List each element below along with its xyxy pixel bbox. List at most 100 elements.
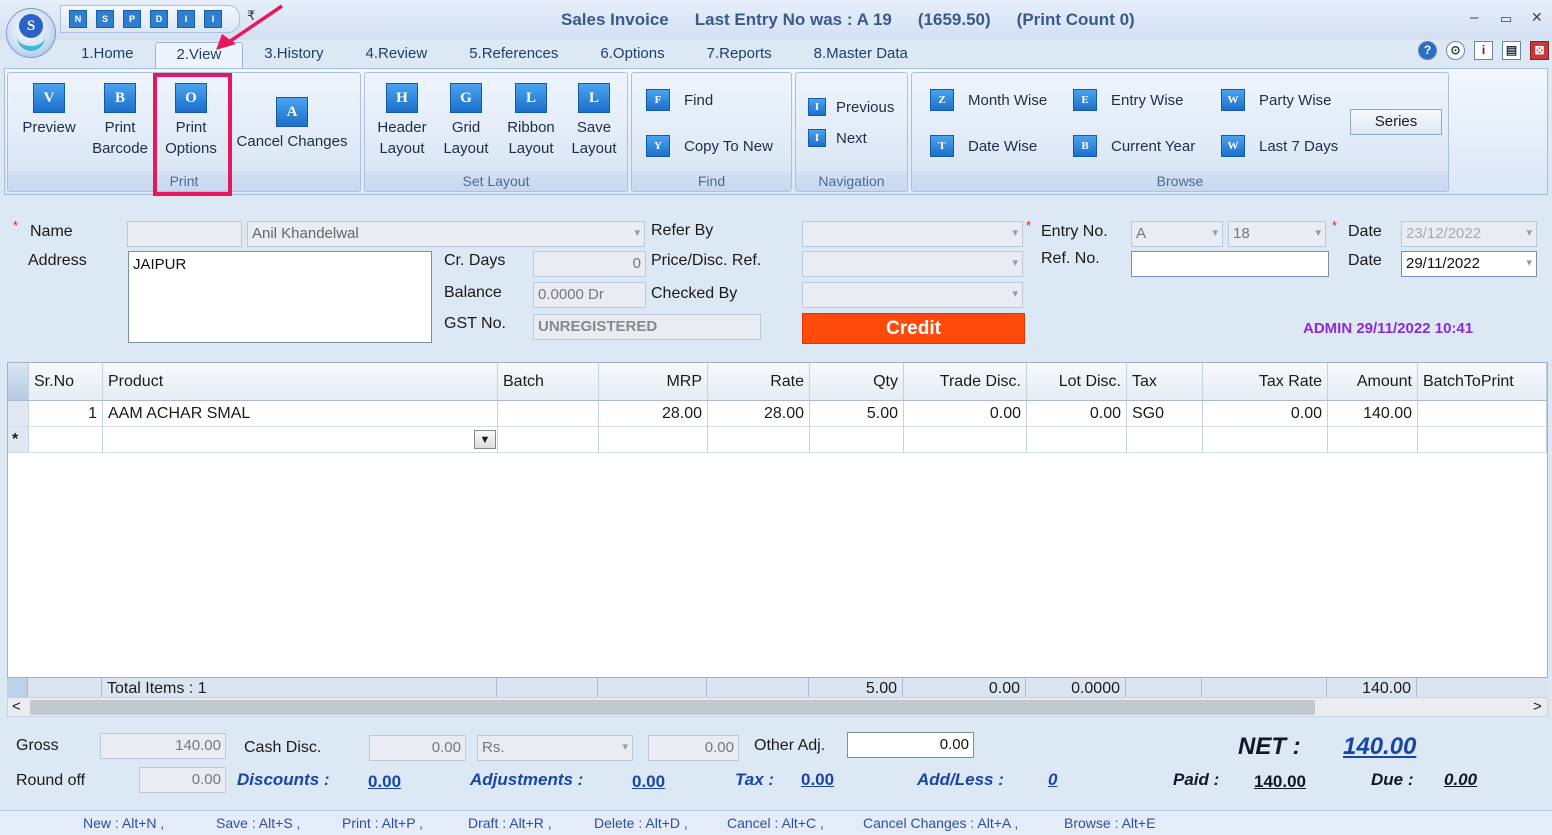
other-adj-field[interactable]: 0.00: [847, 732, 974, 758]
cash-disc-type-combo[interactable]: Rs.: [477, 735, 633, 761]
col-header-tax-rate[interactable]: Tax Rate: [1203, 363, 1328, 401]
date-wise-button[interactable]: T Date Wise: [930, 135, 1037, 157]
checked-by-combo[interactable]: [802, 282, 1023, 308]
tab-options[interactable]: 6.Options: [579, 42, 685, 68]
find-button[interactable]: F Find: [646, 89, 713, 111]
scrollbar-thumb[interactable]: [30, 700, 1315, 715]
header-layout-button[interactable]: H Header Layout: [371, 83, 433, 159]
series-button[interactable]: Series: [1350, 109, 1442, 135]
col-header-srno[interactable]: Sr.No: [29, 363, 103, 401]
tab-home[interactable]: 1.Home: [60, 42, 155, 68]
refer-by-combo[interactable]: [802, 221, 1023, 247]
horizontal-scrollbar[interactable]: < >: [7, 697, 1548, 717]
quick-save-icon[interactable]: S: [96, 10, 114, 28]
month-wise-button[interactable]: Z Month Wise: [930, 89, 1047, 111]
paid-value[interactable]: 140.00: [1254, 772, 1306, 792]
print-barcode-button[interactable]: B Print Barcode: [86, 83, 154, 159]
quick-prev-icon[interactable]: I: [177, 10, 195, 28]
current-year-button[interactable]: B Current Year: [1073, 135, 1195, 157]
col-header-qty[interactable]: Qty: [810, 363, 904, 401]
help-icon[interactable]: ?: [1418, 41, 1437, 60]
cell-mrp[interactable]: 28.00: [599, 401, 708, 427]
cell-srno[interactable]: 1: [29, 401, 103, 427]
party-name-combo[interactable]: Anil Khandelwal: [247, 221, 645, 247]
ref-no-field[interactable]: [1131, 251, 1329, 277]
cell-product[interactable]: AAM ACHAR SMAL: [103, 401, 498, 427]
new-cell-amount[interactable]: [1328, 427, 1418, 453]
cell-rate[interactable]: 28.00: [708, 401, 810, 427]
save-layout-button[interactable]: L Save Layout: [563, 83, 625, 159]
round-off-field[interactable]: 0.00: [139, 767, 226, 793]
app-logo-icon[interactable]: S: [6, 8, 56, 58]
new-cell-srno[interactable]: [29, 427, 103, 453]
new-cell-trade-disc[interactable]: [904, 427, 1027, 453]
party-wise-button[interactable]: W Party Wise: [1221, 89, 1332, 111]
previous-button[interactable]: I Previous: [808, 98, 894, 116]
discounts-value[interactable]: 0.00: [368, 772, 401, 792]
cell-trade-disc[interactable]: 0.00: [904, 401, 1027, 427]
tab-reports[interactable]: 7.Reports: [686, 42, 793, 68]
support-icon[interactable]: ⊙: [1446, 41, 1465, 60]
close-button[interactable]: ✕: [1531, 9, 1543, 26]
scroll-left-icon[interactable]: <: [12, 698, 21, 715]
bill-date-picker[interactable]: 29/11/2022: [1401, 251, 1537, 277]
cell-lot-disc[interactable]: 0.00: [1027, 401, 1127, 427]
tax-value[interactable]: 0.00: [801, 770, 834, 790]
adjustments-value[interactable]: 0.00: [632, 772, 665, 792]
col-header-product[interactable]: Product: [103, 363, 498, 401]
cash-disc-field[interactable]: 0.00: [369, 735, 466, 761]
cell-batch[interactable]: [498, 401, 599, 427]
cell-tax-rate[interactable]: 0.00: [1203, 401, 1328, 427]
new-cell-lot-disc[interactable]: [1027, 427, 1127, 453]
col-header-trade-disc[interactable]: Trade Disc.: [904, 363, 1027, 401]
col-header-rate[interactable]: Rate: [708, 363, 810, 401]
new-cell-batch[interactable]: [498, 427, 599, 453]
cell-batch-to-print[interactable]: [1418, 401, 1547, 427]
col-header-mrp[interactable]: MRP: [599, 363, 708, 401]
credit-button[interactable]: Credit: [802, 313, 1025, 344]
last-7-days-button[interactable]: W Last 7 Days: [1221, 135, 1338, 157]
cell-qty[interactable]: 5.00: [810, 401, 904, 427]
cancel-changes-button[interactable]: A Cancel Changes: [232, 97, 352, 152]
tab-master-data[interactable]: 8.Master Data: [793, 42, 929, 68]
quick-draft-icon[interactable]: D: [150, 10, 168, 28]
new-cell-mrp[interactable]: [599, 427, 708, 453]
exit-icon[interactable]: ⊠: [1530, 41, 1549, 60]
info-icon[interactable]: i: [1474, 41, 1493, 60]
name-code-field[interactable]: [127, 221, 242, 247]
entry-no-field[interactable]: 18: [1228, 221, 1326, 247]
new-cell-rate[interactable]: [708, 427, 810, 453]
address-field[interactable]: JAIPUR: [128, 251, 432, 343]
col-header-tax[interactable]: Tax: [1127, 363, 1203, 401]
new-cell-tax-rate[interactable]: [1203, 427, 1328, 453]
cr-days-field[interactable]: 0: [533, 251, 646, 277]
entry-series-combo[interactable]: A: [1131, 221, 1223, 247]
product-dropdown-icon[interactable]: ▼: [474, 430, 496, 449]
maximize-button[interactable]: ▭: [1500, 11, 1512, 27]
new-cell-product[interactable]: [103, 427, 498, 453]
quick-new-icon[interactable]: N: [69, 10, 87, 28]
cell-tax[interactable]: SG0: [1127, 401, 1203, 427]
col-header-lot-disc[interactable]: Lot Disc.: [1027, 363, 1127, 401]
preview-button[interactable]: V Preview: [16, 83, 82, 138]
quick-print-icon[interactable]: P: [123, 10, 141, 28]
new-cell-qty[interactable]: [810, 427, 904, 453]
ribbon-layout-button[interactable]: L Ribbon Layout: [499, 83, 563, 159]
copy-to-new-button[interactable]: Y Copy To New: [646, 135, 773, 157]
new-cell-batch-to-print[interactable]: [1418, 427, 1547, 453]
tab-references[interactable]: 5.References: [448, 42, 579, 68]
scroll-right-icon[interactable]: >: [1533, 698, 1542, 715]
grid-layout-button[interactable]: G Grid Layout: [435, 83, 497, 159]
col-header-batch[interactable]: Batch: [498, 363, 599, 401]
entry-wise-button[interactable]: E Entry Wise: [1073, 89, 1184, 111]
col-header-amount[interactable]: Amount: [1328, 363, 1418, 401]
next-button[interactable]: I Next: [808, 129, 867, 147]
cell-amount[interactable]: 140.00: [1328, 401, 1418, 427]
price-disc-ref-combo[interactable]: [802, 251, 1023, 277]
tab-review[interactable]: 4.Review: [344, 42, 448, 68]
new-cell-tax[interactable]: [1127, 427, 1203, 453]
col-header-batch-to-print[interactable]: BatchToPrint: [1418, 363, 1547, 401]
add-less-value[interactable]: 0: [1048, 770, 1057, 790]
document-icon[interactable]: ▤: [1502, 41, 1521, 60]
minimize-button[interactable]: –: [1470, 9, 1478, 26]
